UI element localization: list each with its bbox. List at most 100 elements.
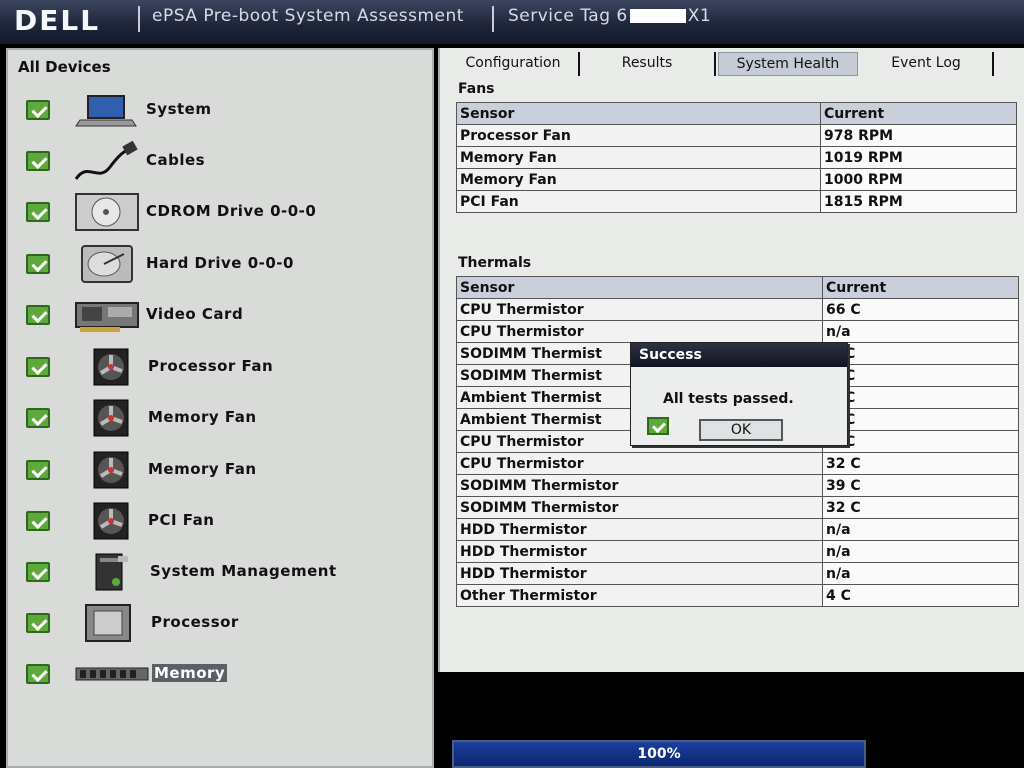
sensor-value: n/a <box>822 540 1019 563</box>
title-separator <box>492 6 494 32</box>
fan-icon <box>93 451 129 489</box>
table-row[interactable]: CPU Thermistor 32 C <box>456 452 1019 475</box>
passed-check-icon <box>26 100 50 120</box>
passed-check-icon <box>26 511 50 531</box>
device-item-hard-drive[interactable]: Hard Drive 0-0-0 <box>8 244 428 288</box>
sensor-name: HDD Thermistor <box>456 562 823 585</box>
table-row[interactable]: HDD Thermistor n/a <box>456 518 1019 541</box>
memory-icon <box>75 667 149 681</box>
table-row[interactable]: PCI Fan 1815 RPM <box>456 190 1017 213</box>
sensor-value: C <box>822 386 1019 409</box>
sensor-value: 978 RPM <box>820 124 1017 147</box>
device-item-processor[interactable]: Processor <box>8 603 428 647</box>
device-item-memory-fan[interactable]: Memory Fan <box>8 450 428 494</box>
device-label: Processor <box>151 613 239 631</box>
sensor-name: CPU Thermistor <box>456 298 823 321</box>
sensor-value: C <box>822 408 1019 431</box>
device-label: PCI Fan <box>148 511 215 529</box>
sensor-name: CPU Thermistor <box>456 452 823 475</box>
table-row[interactable]: SODIMM Thermistor 32 C <box>456 496 1019 519</box>
table-row[interactable]: HDD Thermistor n/a <box>456 540 1019 563</box>
passed-check-icon <box>26 664 50 684</box>
fan-icon <box>93 348 129 386</box>
dialog-title: Success <box>631 343 847 367</box>
column-header-current: Current <box>822 276 1019 299</box>
device-label: System <box>146 100 212 118</box>
device-label: Memory Fan <box>148 408 257 426</box>
sensor-name: Memory Fan <box>456 168 821 191</box>
device-label: System Management <box>150 562 337 580</box>
processor-icon <box>85 604 131 642</box>
table-row[interactable]: Other Thermistor 4 C <box>456 584 1019 607</box>
device-item-video-card[interactable]: Video Card <box>8 295 428 339</box>
fans-section-title: Fans <box>458 81 495 97</box>
device-item-processor-fan[interactable]: Processor Fan <box>8 347 428 391</box>
device-list-panel: All Devices System Cables CDROM Drive 0-… <box>6 48 434 768</box>
device-label: Memory Fan <box>148 460 257 478</box>
success-dialog: Success All tests passed. OK <box>630 342 848 446</box>
sensor-name: SODIMM Thermistor <box>456 496 823 519</box>
table-header-row: Sensor Current <box>456 102 1017 125</box>
table-row[interactable]: Processor Fan 978 RPM <box>456 124 1017 147</box>
table-row[interactable]: Memory Fan 1019 RPM <box>456 146 1017 169</box>
sensor-value: 1000 RPM <box>820 168 1017 191</box>
service-tag-prefix: 6 <box>616 6 628 26</box>
table-header-row: Sensor Current <box>456 276 1019 299</box>
table-row[interactable]: Memory Fan 1000 RPM <box>456 168 1017 191</box>
passed-check-icon <box>26 460 50 480</box>
title-bar: DELL ePSA Pre-boot System Assessment Ser… <box>0 0 1024 44</box>
table-row[interactable]: HDD Thermistor n/a <box>456 562 1019 585</box>
dialog-message: All tests passed. <box>663 391 794 407</box>
device-item-memory-fan[interactable]: Memory Fan <box>8 398 428 442</box>
app-title: ePSA Pre-boot System Assessment <box>152 6 464 26</box>
sensor-value: C <box>822 364 1019 387</box>
sensor-value: C <box>822 342 1019 365</box>
cable-icon <box>74 141 138 180</box>
device-label: Processor Fan <box>148 357 274 375</box>
device-item-system[interactable]: System <box>8 90 428 134</box>
fan-icon <box>93 502 129 540</box>
progress-bar: 100% <box>452 740 866 768</box>
device-item-system-management[interactable]: System Management <box>8 552 428 596</box>
tab-system-health[interactable]: System Health <box>718 52 858 76</box>
service-tag-suffix: X1 <box>687 6 712 26</box>
device-item-cables[interactable]: Cables <box>8 141 428 185</box>
fans-table: Sensor Current Processor Fan 978 RPM Memo… <box>456 102 1017 213</box>
passed-check-icon <box>26 305 50 325</box>
system-management-icon <box>95 553 128 591</box>
laptop-icon <box>75 95 137 127</box>
sensor-name: Processor Fan <box>456 124 821 147</box>
passed-check-icon <box>26 357 50 377</box>
dell-logo: DELL <box>14 4 101 37</box>
device-item-cdrom-drive[interactable]: CDROM Drive 0-0-0 <box>8 192 428 236</box>
device-list-title: All Devices <box>18 58 111 76</box>
thermals-section-title: Thermals <box>458 255 532 271</box>
column-header-sensor: Sensor <box>456 102 821 125</box>
device-label: CDROM Drive 0-0-0 <box>146 202 317 220</box>
sensor-value: 39 C <box>822 474 1019 497</box>
sensor-value: 4 C <box>822 584 1019 607</box>
sensor-name: HDD Thermistor <box>456 540 823 563</box>
ok-button[interactable]: OK <box>699 419 783 441</box>
sensor-name: CPU Thermistor <box>456 320 823 343</box>
tab-configuration[interactable]: Configuration <box>448 52 580 76</box>
sensor-value: 32 C <box>822 452 1019 475</box>
passed-check-icon <box>26 202 50 222</box>
hard-drive-icon <box>81 245 133 283</box>
sensor-name: PCI Fan <box>456 190 821 213</box>
sensor-name: Memory Fan <box>456 146 821 169</box>
tab-event-log[interactable]: Event Log <box>860 52 994 76</box>
device-label: Video Card <box>146 305 244 323</box>
tab-results[interactable]: Results <box>580 52 716 76</box>
table-row[interactable]: CPU Thermistor 66 C <box>456 298 1019 321</box>
service-tag-redaction <box>629 9 686 23</box>
device-item-memory[interactable]: Memory <box>8 654 428 698</box>
passed-check-icon <box>647 417 669 435</box>
table-row[interactable]: SODIMM Thermistor 39 C <box>456 474 1019 497</box>
table-row[interactable]: CPU Thermistor n/a <box>456 320 1019 343</box>
device-item-pci-fan[interactable]: PCI Fan <box>8 501 428 545</box>
passed-check-icon <box>26 613 50 633</box>
cdrom-icon <box>75 193 139 231</box>
passed-check-icon <box>26 408 50 428</box>
sensor-value: 1019 RPM <box>820 146 1017 169</box>
